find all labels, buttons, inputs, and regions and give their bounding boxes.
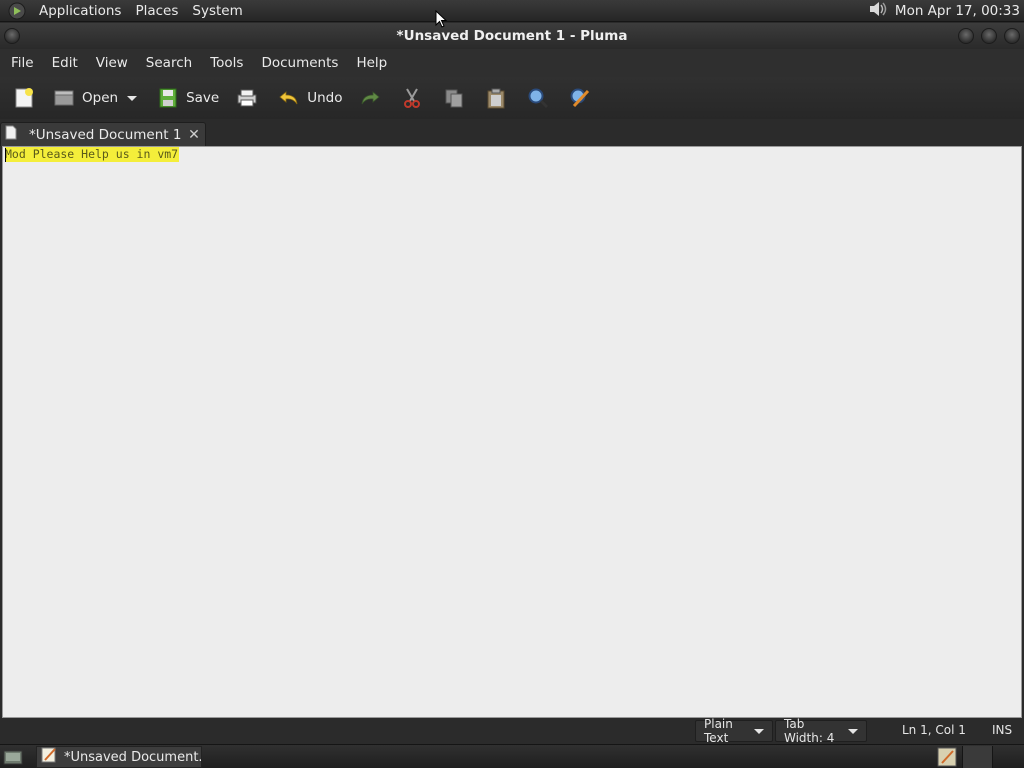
open-folder-icon (52, 86, 76, 110)
copy-button[interactable] (438, 81, 470, 115)
menu-help[interactable]: Help (349, 55, 394, 71)
text-caret (5, 148, 6, 162)
printer-icon (235, 86, 259, 110)
minimize-button[interactable] (958, 28, 974, 44)
new-document-icon (12, 86, 36, 110)
menu-view[interactable]: View (89, 55, 135, 71)
taskbar-item-pluma[interactable]: *Unsaved Document... (36, 746, 202, 768)
speaker-icon[interactable] (867, 0, 889, 23)
language-selector[interactable]: Plain Text (695, 717, 773, 745)
scissors-icon (400, 86, 424, 110)
bottom-panel: *Unsaved Document... (0, 744, 1024, 768)
tab-label: *Unsaved Document 1 (29, 126, 182, 143)
editor-line-1[interactable]: Mod Please Help us in vm7 (5, 147, 180, 162)
clock[interactable]: Mon Apr 17, 00:33 (895, 3, 1020, 19)
notes-applet-icon[interactable] (936, 747, 958, 768)
text-editor-icon (40, 746, 58, 768)
find-replace-icon (568, 86, 592, 110)
tab-width-selector[interactable]: Tab Width: 4 (775, 717, 867, 745)
copy-icon (442, 86, 466, 110)
window-titlebar[interactable]: *Unsaved Document 1 - Pluma (0, 23, 1024, 49)
close-tab-icon[interactable]: ✕ (187, 127, 201, 143)
show-desktop-icon[interactable] (3, 748, 23, 768)
maximize-button[interactable] (981, 28, 997, 44)
save-button[interactable]: Save (152, 81, 229, 115)
toolbar: Open Save Undo (0, 77, 1024, 119)
clipboard-icon (484, 86, 508, 110)
mate-logo-icon[interactable] (6, 0, 28, 22)
open-label: Open (82, 90, 119, 106)
undo-button[interactable]: Undo (273, 81, 352, 115)
menu-tools[interactable]: Tools (203, 55, 250, 71)
tab-strip: *Unsaved Document 1 ✕ (0, 120, 1024, 146)
tab-width-label: Tab Width: 4 (784, 717, 835, 745)
redo-icon (358, 86, 382, 110)
undo-icon (277, 86, 301, 110)
save-label: Save (186, 90, 220, 106)
save-icon (156, 86, 180, 110)
paste-button[interactable] (480, 81, 512, 115)
open-recent-dropdown[interactable] (124, 81, 140, 115)
language-label: Plain Text (704, 717, 733, 745)
menu-file[interactable]: File (4, 55, 41, 71)
magnifier-icon (526, 86, 550, 110)
menu-search[interactable]: Search (139, 55, 199, 71)
menubar: File Edit View Search Tools Documents He… (0, 49, 1024, 77)
statusbar: Plain Text Tab Width: 4 Ln 1, Col 1 INS (0, 717, 1024, 745)
menu-applications[interactable]: Applications (32, 3, 128, 19)
print-button[interactable] (231, 81, 263, 115)
menu-edit[interactable]: Edit (45, 55, 85, 71)
mouse-pointer-icon (435, 9, 448, 32)
open-button[interactable]: Open (48, 81, 128, 115)
document-icon (5, 125, 17, 144)
menu-places[interactable]: Places (128, 3, 185, 19)
find-button[interactable] (522, 81, 554, 115)
workspace-switcher[interactable] (962, 746, 1022, 768)
menu-documents[interactable]: Documents (254, 55, 345, 71)
chevron-down-icon (754, 728, 764, 734)
task-label: *Unsaved Document... (64, 749, 201, 765)
text-editor[interactable]: Mod Please Help us in vm7 (2, 146, 1022, 718)
tab-unsaved-document-1[interactable]: *Unsaved Document 1 ✕ (0, 122, 206, 146)
undo-label: Undo (307, 90, 343, 106)
cursor-position: Ln 1, Col 1 (902, 723, 966, 737)
chevron-down-icon (126, 92, 138, 104)
top-panel: Applications Places System Mon Apr 17, 0… (0, 0, 1024, 22)
menu-system[interactable]: System (185, 3, 249, 19)
cut-button[interactable] (396, 81, 428, 115)
chevron-down-icon (848, 728, 858, 734)
window-title: *Unsaved Document 1 - Pluma (396, 28, 628, 44)
close-window-button[interactable] (1004, 28, 1020, 44)
redo-button[interactable] (354, 81, 386, 115)
insert-mode: INS (992, 723, 1013, 737)
window-menu-button[interactable] (4, 28, 20, 44)
find-replace-button[interactable] (564, 81, 596, 115)
new-document-button[interactable] (8, 81, 40, 115)
